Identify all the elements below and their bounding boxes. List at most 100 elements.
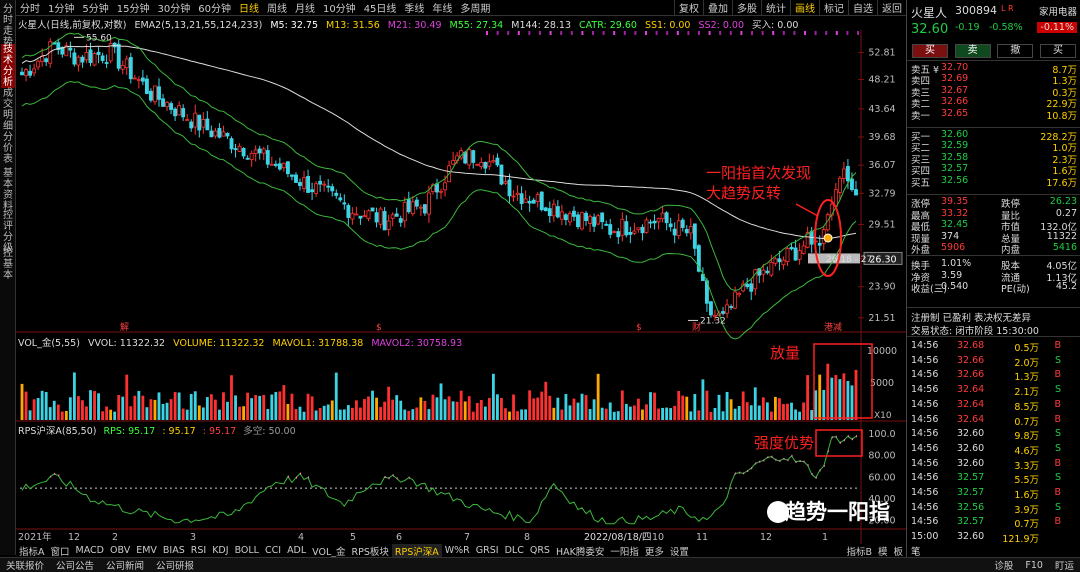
period-tab-5[interactable]: 60分钟 (194, 0, 235, 15)
period-tab-6[interactable]: 日线 (235, 0, 263, 15)
cell: 32.60 (957, 457, 985, 469)
indicator-tab-2[interactable]: MACD (73, 545, 107, 556)
event-mark[interactable]: 港减 (824, 321, 842, 333)
period-tab-10[interactable]: 45日线 (360, 0, 401, 15)
volume-bar (270, 394, 274, 420)
indicator-tab-14[interactable]: W%R (442, 545, 473, 556)
tool-button-1[interactable]: 叠加 (703, 0, 732, 15)
volume-bar (314, 410, 318, 420)
vol-tick-label: 5000 (870, 378, 894, 389)
period-tab-0[interactable]: 分时 (16, 0, 44, 15)
event-mark[interactable]: $ (376, 323, 382, 333)
period-tab-11[interactable]: 季线 (400, 0, 428, 15)
tool-button-3[interactable]: 统计 (761, 0, 790, 15)
signal-dot (823, 233, 833, 243)
period-tab-7[interactable]: 周线 (263, 0, 291, 15)
indicator-right-1[interactable]: 模 (875, 544, 891, 558)
indicator-tab-7[interactable]: KDJ (209, 545, 231, 556)
indicator-tab-19[interactable]: 一阳指 (607, 544, 642, 558)
cell: S (1054, 442, 1061, 454)
volume-bar (286, 403, 290, 420)
volume-annotation-text: 放量 (770, 344, 800, 362)
volume-bar (81, 400, 84, 420)
vol-label: VOL_金(5,55) (18, 338, 80, 349)
left-tab-2[interactable]: 成交明细 (1, 88, 15, 132)
favorites-button[interactable]: 自选 (848, 0, 877, 15)
cell: S (1054, 501, 1061, 513)
tool-button-0[interactable]: 复权 (674, 0, 703, 15)
chart-canvas[interactable]: 52.81 48.21 43.64 39.68 36.07 32.79 29.51 23.90… (16, 16, 906, 544)
left-tab-1[interactable]: 技术分析 (1, 44, 15, 88)
indicator-tab-21[interactable]: 设置 (667, 544, 692, 558)
candle-body (410, 201, 415, 215)
indicator-tab-13[interactable]: RPS沪深A (391, 543, 442, 558)
trade-button-0[interactable]: 买 (912, 44, 948, 58)
candle-body (725, 304, 729, 314)
low-label: 21.32 (700, 316, 726, 326)
left-tab-3[interactable]: 分价表 (1, 132, 15, 165)
indicator-tab-6[interactable]: RSI (188, 545, 209, 556)
period-tab-3[interactable]: 15分钟 (113, 0, 154, 15)
indicator-tab-16[interactable]: DLC (502, 545, 527, 556)
cell: 买五 (911, 177, 931, 189)
cell: 5906 (941, 242, 966, 254)
event-mark[interactable]: 财 (692, 321, 701, 333)
status-link-2[interactable]: 公司新闻 (100, 558, 150, 572)
indicator-tab-10[interactable]: ADL (284, 545, 309, 556)
indicator-tab-20[interactable]: 更多 (642, 544, 667, 558)
trade-button-3[interactable]: 买 (1039, 44, 1076, 58)
trade-button-2[interactable]: 撤 (997, 44, 1034, 58)
indicator-right-0[interactable]: 指标B (843, 544, 875, 558)
period-tab-4[interactable]: 30分钟 (153, 0, 194, 15)
bottom-tab[interactable]: 笔 (911, 544, 921, 558)
candle-body (777, 258, 782, 263)
volume-bar (838, 379, 842, 420)
indicator-tab-3[interactable]: OBV (107, 545, 133, 556)
tool-button-4[interactable]: 画线 (790, 0, 819, 15)
status-right-0[interactable]: 诊股 (988, 558, 1019, 572)
candle-body (443, 182, 447, 191)
volume-bar (479, 399, 483, 420)
period-tab-12[interactable]: 年线 (428, 0, 456, 15)
event-mark[interactable]: 解 (120, 321, 129, 333)
event-mark[interactable]: $ (636, 323, 642, 333)
indicator-tab-4[interactable]: EMV (133, 545, 160, 556)
period-tab-1[interactable]: 1分钟 (44, 0, 78, 15)
annotation-arrow (795, 203, 819, 217)
cell: 2.0万 (1014, 357, 1039, 369)
candle-body (793, 247, 798, 261)
status-link-1[interactable]: 公司公告 (50, 558, 100, 572)
tool-button-5[interactable]: 标记 (819, 0, 848, 15)
trade-button-1[interactable]: 卖 (954, 44, 991, 58)
candle-body (676, 220, 681, 236)
candle-body (684, 229, 689, 234)
indicator-tab-17[interactable]: QRS (527, 545, 553, 556)
period-tab-8[interactable]: 月线 (291, 0, 319, 15)
candle-body (749, 283, 754, 292)
indicator-tab-15[interactable]: GRSI (473, 545, 502, 556)
indicator-tab-8[interactable]: BOLL (232, 545, 262, 556)
indicator-tab-0[interactable]: 指标A (16, 544, 48, 558)
back-button[interactable]: 返回 (877, 0, 906, 15)
left-tab-4[interactable]: 基本资料 (1, 168, 15, 212)
left-tab-6[interactable]: 控基本 (1, 248, 15, 281)
cell: 121.9万 (1002, 534, 1039, 546)
period-tab-9[interactable]: 10分钟 (319, 0, 360, 15)
indicator-tab-12[interactable]: RPS板块 (349, 544, 392, 558)
status-link-0[interactable]: 关联报价 (0, 558, 50, 572)
indicator-tab-18[interactable]: HAK腾委安 (553, 544, 607, 558)
left-tab-0[interactable]: 分时走势 (1, 4, 15, 48)
indicator-tab-1[interactable]: 窗口 (48, 544, 73, 558)
indicator-tab-9[interactable]: CCI (262, 545, 284, 556)
indicator-right-2[interactable]: 板 (890, 544, 906, 558)
period-tab-2[interactable]: 5分钟 (78, 0, 112, 15)
indicator-tab-5[interactable]: BIAS (160, 545, 188, 556)
status-right-2[interactable]: 盯运 (1049, 558, 1080, 572)
period-tab-13[interactable]: 多周期 (456, 0, 494, 15)
indicator-tab-11[interactable]: VOL_金 (309, 544, 348, 558)
status-link-3[interactable]: 公司研报 (150, 558, 200, 572)
status-right-1[interactable]: F10 (1019, 560, 1049, 571)
tool-button-2[interactable]: 多股 (732, 0, 761, 15)
volume-bar (258, 395, 262, 420)
candle-body (84, 52, 89, 61)
